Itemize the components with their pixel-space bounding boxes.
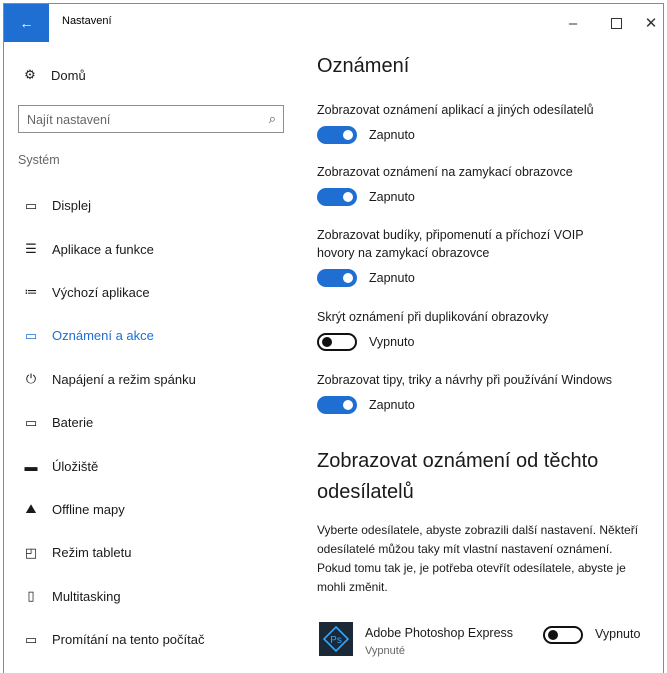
toggle-switch[interactable] [317, 269, 357, 287]
settings-window: ← Nastavení – ✕ ⚙ Domů ⌕ Systém ▭ Displej… [3, 3, 664, 673]
toggle-row: Zapnuto [317, 126, 657, 144]
section-label: Systém [18, 153, 60, 167]
sidebar-item-home[interactable]: ⚙ Domů [19, 67, 86, 83]
sidebar-item-label: Aplikace a funkce [52, 241, 154, 257]
sidebar: ⚙ Domů ⌕ Systém ▭ Displej ☰ Aplikace a funk… [4, 42, 300, 673]
photoshop-express-app-icon: Ps [319, 622, 353, 656]
sender-status: Vypnuté [365, 645, 405, 657]
toggle-state: Zapnuto [369, 271, 415, 285]
toggle-knob [343, 192, 353, 202]
close-button[interactable]: ✕ [638, 10, 663, 36]
maximize-button[interactable] [596, 10, 636, 36]
toggle-row: Zapnuto [317, 188, 657, 206]
setting-4: Zobrazovat tipy, triky a návrhy při použ… [317, 371, 657, 414]
title-bar: ← Nastavení – ✕ [4, 4, 663, 42]
sidebar-item-label: Offline mapy [52, 501, 125, 517]
setting-label: Zobrazovat budíky, připomenutí a příchoz… [317, 228, 584, 260]
home-label: Domů [51, 67, 86, 83]
nav-list: ▭ Displej ☰ Aplikace a funkce ≔ Výchozí aplik… [4, 184, 300, 661]
sidebar-item-2[interactable]: ≔ Výchozí aplikace [4, 271, 300, 314]
search-icon[interactable]: ⌕ [269, 111, 276, 127]
sidebar-item-label: Oznámení a akce [52, 328, 154, 344]
sidebar-item-9[interactable]: ▯ Multitasking [4, 575, 300, 618]
sidebar-item-label: Napájení a režim spánku [52, 371, 196, 387]
toggle-switch[interactable] [317, 126, 357, 144]
monitor-icon: ▭ [24, 197, 38, 213]
page-title: Oznámení [317, 55, 410, 77]
sidebar-item-label: Promítání na tento počítač [52, 632, 205, 648]
toggle-switch[interactable] [317, 188, 357, 206]
sender-toggle[interactable] [543, 626, 583, 644]
sidebar-item-4[interactable]: ⏻ Napájení a režim spánku [4, 358, 300, 401]
search-box[interactable]: ⌕ [18, 105, 284, 134]
setting-1: Zobrazovat oznámení na zamykací obrazovc… [317, 163, 657, 206]
senders-title: Zobrazovat oznámení od těchto odesílatel… [317, 450, 599, 503]
search-input[interactable] [19, 106, 259, 134]
setting-3: Skrýt oznámení při duplikování obrazovky… [317, 308, 657, 351]
sender-name: Adobe Photoshop Express [365, 626, 514, 640]
minimize-button[interactable]: – [553, 10, 593, 36]
sidebar-item-0[interactable]: ▭ Displej [4, 184, 300, 227]
default-apps-icon: ≔ [24, 284, 38, 300]
sidebar-item-8[interactable]: ◰ Režim tabletu [4, 531, 300, 574]
toggle-state: Zapnuto [369, 128, 415, 142]
toggle-row: Zapnuto [317, 269, 657, 287]
message-icon: ▭ [24, 327, 38, 343]
sidebar-item-6[interactable]: ▬ Úložiště [4, 444, 300, 487]
toggle-row: Vypnuto [317, 333, 657, 351]
window-title: Nastavení [62, 15, 112, 27]
photoshop-logo-icon: Ps [323, 626, 349, 652]
toggle-row: Zapnuto [317, 396, 657, 414]
list-icon: ☰ [25, 241, 37, 257]
tablet-icon: ◰ [24, 544, 38, 560]
map-icon: ⛰ [25, 501, 37, 517]
toggle-knob [322, 337, 332, 347]
back-button[interactable]: ← [4, 4, 49, 42]
sidebar-item-10[interactable]: ▭ Promítání na tento počítač [4, 618, 300, 661]
multitasking-icon: ▯ [27, 588, 35, 604]
power-icon: ⏻ [25, 371, 37, 387]
arrow-left-icon: ← [19, 15, 34, 31]
sidebar-item-label: Výchozí aplikace [52, 284, 150, 300]
close-icon: ✕ [644, 15, 658, 32]
setting-label: Skrýt oznámení při duplikování obrazovky [317, 310, 549, 324]
toggle-state: Zapnuto [369, 398, 415, 412]
setting-label: Zobrazovat tipy, triky a návrhy při použ… [317, 373, 613, 387]
maximize-icon [610, 17, 622, 29]
storage-icon: ▬ [24, 458, 38, 474]
toggle-switch[interactable] [317, 333, 357, 351]
senders-description: Vyberte odesílatele, abyste zobrazili da… [317, 523, 639, 594]
sidebar-item-3[interactable]: ▭ Oznámení a akce [4, 314, 300, 357]
sender-row[interactable]: Ps Adobe Photoshop Express Vypnuté Vypnu… [317, 620, 657, 660]
svg-text:Ps: Ps [330, 635, 342, 646]
sidebar-item-7[interactable]: ⛰ Offline mapy [4, 488, 300, 531]
gear-icon: ⚙ [24, 67, 36, 82]
toggle-knob [343, 130, 353, 140]
setting-0: Zobrazovat oznámení aplikací a jiných od… [317, 101, 657, 144]
toggle-knob [343, 273, 353, 283]
toggle-knob [548, 630, 558, 640]
setting-2: Zobrazovat budíky, připomenutí a příchoz… [317, 226, 657, 287]
toggle-switch[interactable] [317, 396, 357, 414]
setting-label: Zobrazovat oznámení aplikací a jiných od… [317, 103, 594, 117]
sidebar-item-label: Multitasking [52, 588, 121, 604]
sidebar-item-label: Baterie [52, 415, 94, 431]
sidebar-item-label: Režim tabletu [52, 545, 132, 561]
toggle-knob [343, 400, 353, 410]
toggle-state: Zapnuto [369, 190, 415, 204]
minimize-icon: – [568, 14, 578, 32]
sidebar-item-label: Úložiště [52, 458, 99, 474]
toggle-state: Vypnuto [369, 335, 415, 349]
battery-icon: ▭ [24, 414, 38, 430]
sidebar-item-5[interactable]: ▭ Baterie [4, 401, 300, 444]
sidebar-item-1[interactable]: ☰ Aplikace a funkce [4, 227, 300, 270]
sidebar-item-label: Displej [52, 198, 92, 214]
setting-label: Zobrazovat oznámení na zamykací obrazovc… [317, 165, 573, 179]
project-icon: ▭ [24, 631, 38, 647]
sender-toggle-state: Vypnuto [595, 627, 641, 641]
